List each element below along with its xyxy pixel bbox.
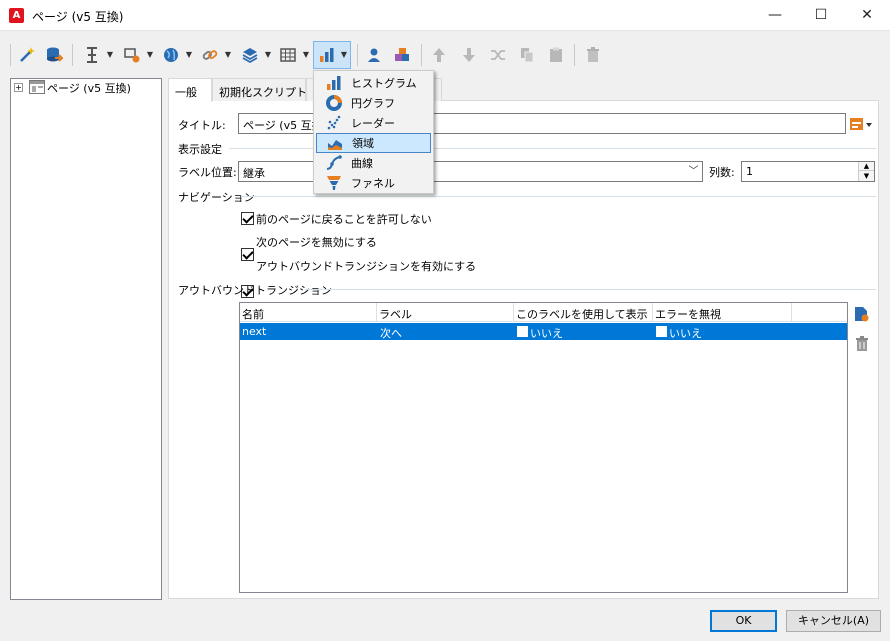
- cell-name[interactable]: next: [242, 325, 266, 338]
- menu-item-label: ヒストグラム: [351, 77, 417, 90]
- link-icon[interactable]: [200, 44, 220, 66]
- cell-ignore-errors-checkbox[interactable]: [656, 326, 667, 337]
- arrow-up-icon[interactable]: [429, 44, 449, 66]
- paste-icon[interactable]: [546, 44, 566, 66]
- menu-item-label: ファネル: [351, 177, 395, 190]
- page-icon: [29, 80, 45, 97]
- histogram-icon: [326, 75, 342, 91]
- tree-expander[interactable]: +: [14, 83, 23, 92]
- column-header-name[interactable]: 名前: [240, 303, 377, 322]
- trash-icon[interactable]: [854, 335, 870, 356]
- cell-use-label[interactable]: いいえ: [530, 325, 563, 341]
- title-editor-icon[interactable]: [849, 116, 873, 135]
- menu-item-label: 曲線: [351, 157, 373, 170]
- menu-item-label: 円グラフ: [351, 97, 395, 110]
- chart-type-menu: ヒストグラム 円グラフ レーダー 領域 曲線 ファネル: [313, 70, 434, 194]
- menu-item-curve[interactable]: 曲線: [316, 153, 431, 173]
- maximize-button[interactable]: ☐: [798, 0, 844, 31]
- minimize-button[interactable]: —: [752, 0, 798, 31]
- menu-item-histogram[interactable]: ヒストグラム: [316, 73, 431, 93]
- toolbar-grip: [10, 44, 11, 66]
- chevron-down-icon[interactable]: ﹀: [685, 162, 702, 181]
- shapes-icon[interactable]: [122, 44, 142, 66]
- chevron-down-icon[interactable]: ▼: [340, 48, 348, 62]
- curve-chart-icon: [326, 155, 342, 171]
- globe-icon[interactable]: [161, 44, 181, 66]
- person-icon[interactable]: [364, 44, 384, 66]
- chevron-down-icon[interactable]: ▼: [146, 48, 154, 62]
- close-button[interactable]: ✕: [844, 0, 890, 31]
- puzzle-icon[interactable]: [392, 44, 412, 66]
- toolbar-separator: [72, 44, 73, 66]
- group-divider: [305, 289, 876, 290]
- tab-general[interactable]: 一般: [168, 78, 212, 102]
- funnel-icon: [326, 175, 342, 191]
- wand-icon[interactable]: [17, 44, 37, 66]
- stepper-down-icon[interactable]: ▼: [858, 171, 874, 181]
- arrow-down-icon[interactable]: [459, 44, 479, 66]
- text-cursor-icon[interactable]: [82, 44, 102, 66]
- checkbox-disallow-back[interactable]: [241, 212, 254, 225]
- toolbar-separator: [574, 44, 575, 66]
- chevron-down-icon[interactable]: ▼: [264, 48, 272, 62]
- checkbox-disable-next[interactable]: [241, 248, 254, 261]
- trash-icon[interactable]: [583, 44, 603, 66]
- copy-icon[interactable]: [517, 44, 537, 66]
- page-tree[interactable]: [10, 78, 162, 600]
- cell-ignore-errors[interactable]: いいえ: [669, 325, 702, 341]
- stepper-up-icon[interactable]: ▲: [858, 162, 874, 171]
- bar-chart-icon[interactable]: [317, 44, 337, 66]
- tree-item-root[interactable]: ページ (v5 互換): [47, 80, 131, 96]
- checkbox-disallow-back-label[interactable]: 前のページに戻ることを許可しない: [256, 211, 432, 227]
- title-label: タイトル:: [178, 119, 226, 132]
- radar-icon: [326, 115, 342, 131]
- window-title: ページ (v5 互換): [32, 10, 124, 24]
- layers-icon[interactable]: [240, 44, 260, 66]
- column-header-ignore-errors[interactable]: エラーを無視: [653, 303, 792, 322]
- checkbox-enable-outbound-label[interactable]: アウトバウンドトランジションを有効にする: [256, 258, 476, 274]
- chevron-down-icon[interactable]: ▼: [106, 48, 114, 62]
- menu-item-pie-chart[interactable]: 円グラフ: [316, 93, 431, 113]
- menu-item-funnel[interactable]: ファネル: [316, 173, 431, 193]
- columns-label: 列数:: [709, 166, 735, 179]
- tab-init-script[interactable]: 初期化スクリプト: [212, 78, 307, 101]
- column-header-filler: [792, 303, 847, 322]
- chevron-down-icon[interactable]: ▼: [224, 48, 232, 62]
- checkbox-disable-next-label[interactable]: 次のページを無効にする: [256, 234, 377, 250]
- cell-use-label-checkbox[interactable]: [517, 326, 528, 337]
- shuffle-icon[interactable]: [488, 44, 508, 66]
- chevron-down-icon[interactable]: ▼: [185, 48, 193, 62]
- ok-button[interactable]: OK: [710, 610, 777, 632]
- columns-stepper[interactable]: 1: [741, 161, 875, 182]
- menu-item-label: 領域: [352, 137, 374, 150]
- menu-item-radar[interactable]: レーダー: [316, 113, 431, 133]
- label-position-label: ラベル位置:: [178, 166, 237, 179]
- cancel-button[interactable]: キャンセル(A): [786, 610, 881, 632]
- toolbar-separator: [421, 44, 422, 66]
- column-header-label[interactable]: ラベル: [377, 303, 514, 322]
- menu-item-area[interactable]: 領域: [316, 133, 431, 153]
- cell-label[interactable]: 次へ: [380, 325, 402, 341]
- menu-item-label: レーダー: [351, 117, 395, 130]
- area-chart-icon: [327, 135, 343, 151]
- pie-chart-icon: [326, 95, 342, 111]
- add-transition-icon[interactable]: [853, 305, 869, 326]
- toolbar-separator: [357, 44, 358, 66]
- group-divider: [241, 196, 876, 197]
- display-group-header: 表示設定: [178, 143, 222, 156]
- chevron-down-icon[interactable]: ▼: [302, 48, 310, 62]
- transitions-grid[interactable]: [239, 302, 848, 593]
- app-logo-icon: A: [9, 8, 24, 23]
- database-icon[interactable]: [44, 44, 64, 66]
- column-header-use-label[interactable]: このラベルを使用して表示: [514, 303, 653, 322]
- label-position-select[interactable]: 継承: [238, 161, 703, 182]
- grid-icon[interactable]: [278, 44, 298, 66]
